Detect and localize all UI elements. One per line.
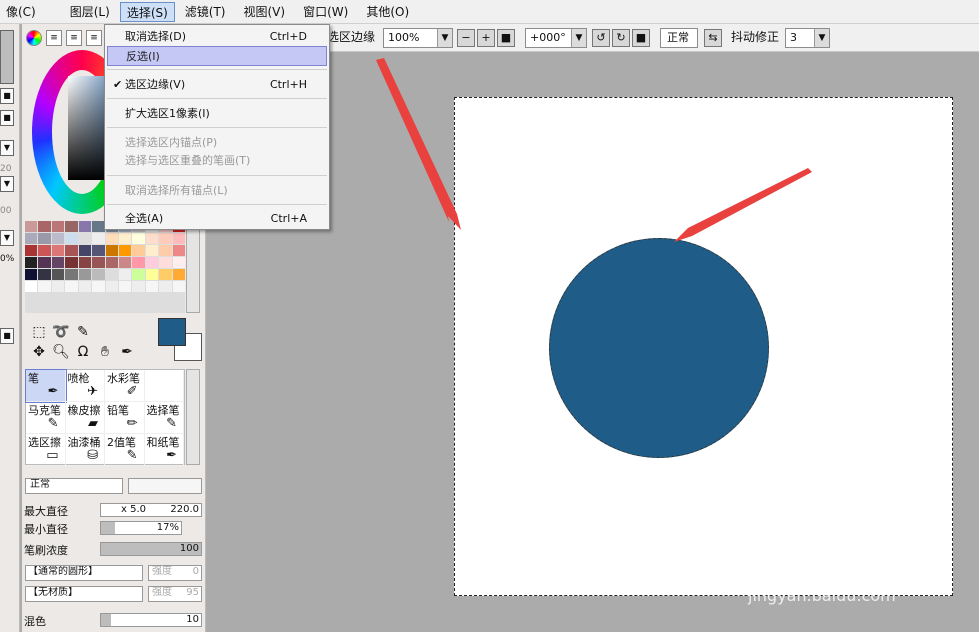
- select-menu-dropdown: 取消选择(D) Ctrl+D 反选(I) ✔ 选区边缘(V) Ctrl+H 扩大…: [104, 24, 330, 230]
- menu-item-select-anchors[interactable]: 选择选区内锚点(P): [107, 133, 327, 153]
- menu-separator: [107, 98, 327, 99]
- menu-item-deselect-anchors[interactable]: 取消选择所有锚点(L): [107, 181, 327, 201]
- menu-item-select-overlapping-strokes[interactable]: 选择与选区重叠的笔画(T): [107, 151, 327, 171]
- menu-item-deselect[interactable]: 取消选择(D) Ctrl+D: [107, 27, 327, 47]
- baidu-watermark-logo: Bai du 经验: [750, 543, 928, 578]
- annotation-arrow-right: [674, 168, 812, 242]
- checkmark-icon: ✔: [113, 78, 123, 91]
- menu-separator: [107, 69, 327, 70]
- menu-separator: [107, 204, 327, 205]
- menu-item-invert-selection[interactable]: 反选(I): [107, 46, 327, 66]
- menu-separator: [107, 127, 327, 128]
- menu-separator: [107, 175, 327, 176]
- baidu-watermark-url: jingyan.baidu.com: [748, 586, 896, 605]
- menu-item-selection-edge[interactable]: ✔ 选区边缘(V) Ctrl+H: [107, 75, 327, 95]
- menu-item-expand-selection[interactable]: 扩大选区1像素(I): [107, 104, 327, 124]
- annotation-arrow-left: [376, 58, 461, 230]
- menu-item-select-all[interactable]: 全选(A) Ctrl+A: [107, 209, 327, 229]
